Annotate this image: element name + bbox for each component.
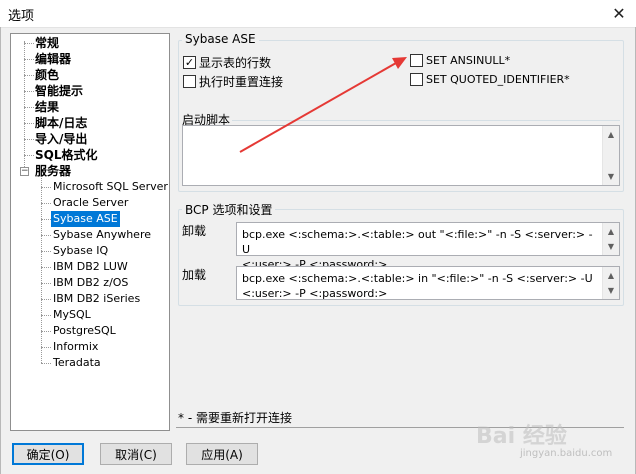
cancel-button[interactable]: 取消(C): [100, 443, 172, 465]
baidu-watermark-url: jingyan.baidu.com: [520, 448, 613, 459]
tree-item-script-log[interactable]: 脚本/日志: [35, 115, 87, 131]
tree-item-sql-format[interactable]: SQL格式化: [35, 147, 98, 163]
load-scrollbar[interactable]: ▲ ▼: [602, 267, 619, 299]
set-quoted-identifier-checkbox[interactable]: SET QUOTED_IDENTIFIER*: [410, 73, 570, 86]
scroll-down-icon[interactable]: ▼: [603, 282, 619, 299]
set-ansinull-label: SET ANSINULL*: [426, 54, 511, 67]
tree-item-db2-zos[interactable]: IBM DB2 z/OS: [53, 275, 128, 291]
tree-connector: [41, 219, 51, 220]
tree-connector: [24, 155, 34, 156]
checkbox-box[interactable]: [410, 54, 423, 67]
tree-connector: [41, 235, 51, 236]
tree-connector: [41, 203, 51, 204]
tree-connector: [24, 107, 34, 108]
ok-button[interactable]: 确定(O): [12, 443, 84, 465]
scroll-up-icon[interactable]: ▲: [603, 126, 619, 143]
unload-label: 卸载: [182, 224, 207, 238]
scroll-down-icon[interactable]: ▼: [603, 168, 619, 185]
close-icon[interactable]: ✕: [602, 0, 636, 27]
check-icon: ✓: [184, 56, 195, 69]
reset-on-exec-checkbox[interactable]: 执行时重置连接: [183, 73, 283, 90]
checkbox-box[interactable]: ✓: [183, 56, 196, 69]
tree-connector: [41, 187, 51, 188]
tree-connector: [41, 251, 51, 252]
checkbox-box[interactable]: [183, 75, 196, 88]
load-command-value: bcp.exe <:schema:>.<:table:> in "<:file:…: [242, 272, 593, 300]
title-bar: 选项 ✕: [0, 0, 636, 28]
tree-item-mssql[interactable]: Microsoft SQL Server: [53, 179, 168, 195]
baidu-watermark: Bai 经验: [476, 424, 567, 449]
tree-item-results[interactable]: 结果: [35, 99, 59, 115]
unload-scrollbar[interactable]: ▲ ▼: [602, 223, 619, 255]
tree-item-db2-luw[interactable]: IBM DB2 LUW: [53, 259, 128, 275]
tree-item-informix[interactable]: Informix: [53, 339, 98, 355]
tree-item-mysql[interactable]: MySQL: [53, 307, 91, 323]
reset-on-exec-label: 执行时重置连接: [199, 75, 284, 89]
scroll-down-icon[interactable]: ▼: [603, 238, 619, 255]
apply-button[interactable]: 应用(A): [186, 443, 258, 465]
tree-connector: [41, 315, 51, 316]
tree-connector: [41, 267, 51, 268]
reconnect-footnote: * - 需要重新打开连接: [178, 411, 292, 425]
startup-script-input[interactable]: ▲ ▼: [182, 125, 620, 186]
tree-connector: [24, 43, 34, 44]
tree-item-sybase-ase[interactable]: Sybase ASE: [51, 211, 120, 227]
tree-connector-root: [24, 41, 25, 171]
tree-connector-servers: [41, 178, 42, 363]
tree-item-oracle[interactable]: Oracle Server: [53, 195, 128, 211]
show-rowcount-checkbox[interactable]: ✓ 显示表的行数: [183, 54, 271, 71]
tree-item-postgresql[interactable]: PostgreSQL: [53, 323, 116, 339]
checkbox-box[interactable]: [410, 73, 423, 86]
show-rowcount-label: 显示表的行数: [199, 56, 272, 70]
window-title: 选项: [8, 9, 35, 24]
tree-item-db2-iseries[interactable]: IBM DB2 iSeries: [53, 291, 140, 307]
tree-connector: [24, 139, 34, 140]
tree-connector: [24, 123, 34, 124]
set-ansinull-checkbox[interactable]: SET ANSINULL*: [410, 54, 510, 67]
collapse-icon[interactable]: −: [20, 167, 29, 176]
tree-item-import-export[interactable]: 导入/导出: [35, 131, 87, 147]
tree-item-servers[interactable]: 服务器: [35, 163, 71, 179]
bcp-group-label: BCP 选项和设置: [182, 201, 276, 218]
tree-item-teradata[interactable]: Teradata: [53, 355, 101, 371]
sybase-ase-group-label: Sybase ASE: [182, 32, 259, 46]
set-quoted-identifier-label: SET QUOTED_IDENTIFIER*: [426, 73, 570, 86]
options-tree[interactable]: 常规 编辑器 颜色 智能提示 结果 脚本/日志 导入/导出 SQL格式化 − 服…: [10, 33, 170, 431]
tree-item-sybase-iq[interactable]: Sybase IQ: [53, 243, 108, 259]
startup-script-divider: [232, 120, 620, 121]
load-command-input[interactable]: bcp.exe <:schema:>.<:table:> in "<:file:…: [236, 266, 620, 300]
tree-connector: [41, 347, 51, 348]
tree-item-sybase-anywhere[interactable]: Sybase Anywhere: [53, 227, 151, 243]
tree-connector: [41, 299, 51, 300]
tree-connector: [24, 75, 34, 76]
tree-connector: [41, 283, 51, 284]
tree-connector: [41, 331, 51, 332]
tree-item-general[interactable]: 常规: [35, 35, 59, 51]
tree-item-colors[interactable]: 颜色: [35, 67, 59, 83]
tree-item-editor[interactable]: 编辑器: [35, 51, 71, 67]
window-border-left: [0, 27, 1, 474]
tree-connector: [24, 59, 34, 60]
tree-item-intellisense[interactable]: 智能提示: [35, 83, 83, 99]
load-label: 加载: [182, 268, 207, 282]
tree-connector: [24, 91, 34, 92]
startup-script-scrollbar[interactable]: ▲ ▼: [602, 126, 619, 185]
unload-command-input[interactable]: bcp.exe <:schema:>.<:table:> out "<:file…: [236, 222, 620, 271]
tree-connector: [41, 363, 51, 364]
